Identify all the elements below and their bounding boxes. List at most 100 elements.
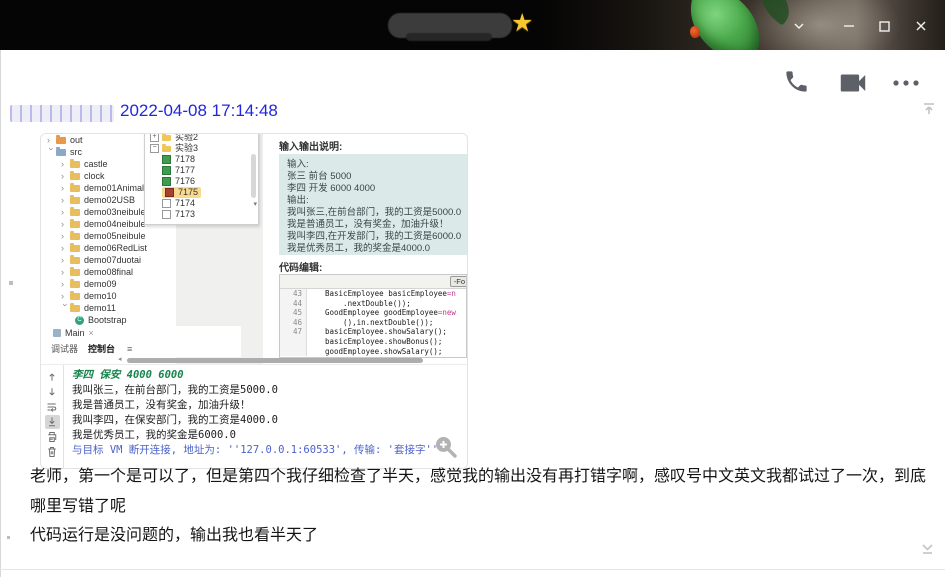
io-line: 输入: — [287, 159, 309, 170]
line-number: 45 — [292, 308, 302, 318]
folder-icon — [70, 266, 80, 276]
expand-plus-icon[interactable]: + — [150, 134, 159, 142]
judge-webpage-panel: 输入输出说明: 输入: 张三 前台 5000 李四 开发 6000 4000 输… — [263, 134, 467, 364]
minimize-button[interactable] — [836, 13, 862, 39]
popup-scrollbar[interactable] — [251, 154, 256, 198]
folder-icon — [70, 278, 80, 288]
tree-item-label: demo10 — [84, 291, 117, 301]
tree-item-label: demo07duotai — [84, 255, 142, 265]
problem-row[interactable]: 7173 — [145, 209, 258, 220]
scroll-to-end-icon[interactable] — [44, 415, 60, 429]
status-pass-icon — [162, 166, 171, 175]
folder-icon — [70, 158, 80, 168]
message-marker — [7, 536, 10, 539]
chevron-down-icon[interactable] — [786, 13, 812, 39]
horizontal-scrollbar[interactable] — [127, 358, 423, 363]
folder-icon — [70, 254, 80, 264]
line-number: 44 — [292, 298, 302, 308]
scroll-to-bottom-icon[interactable] — [919, 541, 936, 562]
tab-console[interactable]: 控制台 — [88, 342, 115, 355]
io-line: 李四 开发 6000 4000 — [287, 183, 376, 194]
status-empty-icon — [162, 210, 171, 219]
folder-icon — [56, 146, 66, 156]
chevron-right-icon: › — [61, 243, 64, 253]
popup-folder-row[interactable]: + 实验2 — [145, 133, 258, 143]
chevron-right-icon: › — [61, 231, 64, 241]
code-line: goodEmployee.showSalary(); — [325, 346, 443, 356]
jump-to-top-icon[interactable] — [921, 101, 936, 121]
tree-item-label: demo02USB — [84, 195, 136, 205]
close-button[interactable] — [908, 13, 934, 39]
soft-wrap-icon[interactable] — [45, 400, 60, 414]
problem-row[interactable]: 7176 — [145, 176, 258, 187]
io-line: 我是普通员工，没有奖金，加油升级！ — [287, 219, 449, 230]
input-area-divider — [0, 569, 945, 570]
line-number: 43 — [292, 289, 302, 298]
hamburger-menu-icon[interactable]: ≡ — [127, 344, 132, 354]
problem-row[interactable]: 7174 — [145, 198, 258, 209]
editor-tab-main[interactable]: Main — [65, 328, 85, 338]
tree-item-label: castle — [84, 159, 108, 169]
console-output-line: 我是优秀员工，我的奖金是6000.0 — [72, 429, 236, 441]
chat-message: 代码运行是没问题的，输出我也看半天了 — [30, 527, 319, 544]
collapse-minus-icon[interactable]: − — [150, 144, 159, 153]
problem-id: 7174 — [175, 198, 196, 208]
tree-item-label: demo09 — [84, 279, 117, 289]
code-editor-body: 43 44 45 46 47 BasicEmployee basicEmploy… — [280, 289, 466, 357]
scroll-left-arrow-icon[interactable]: ◂ — [118, 355, 122, 363]
folder-icon — [70, 290, 80, 300]
status-empty-icon — [162, 199, 171, 208]
tree-item-label: demo04neibule — [84, 219, 146, 229]
voice-call-icon[interactable] — [783, 68, 810, 95]
maximize-button[interactable] — [871, 13, 897, 39]
tab-close-icon[interactable]: × — [89, 328, 94, 338]
arrow-down-icon[interactable] — [45, 385, 60, 399]
sender-name-censored — [10, 105, 114, 122]
tree-item-label: out — [70, 135, 83, 145]
io-line: 我是优秀员工，我的奖金是4000.0 — [287, 243, 431, 254]
format-button[interactable]: -Fo — [449, 276, 466, 287]
video-call-icon[interactable] — [838, 72, 868, 94]
message-marker — [9, 281, 13, 285]
tree-item-label: demo01Animal — [84, 183, 145, 193]
io-line: 张三 前台 5000 — [287, 171, 352, 182]
problem-id: 7173 — [175, 209, 196, 219]
io-line: 我叫张三,在前台部门，我的工资是5000.0 — [287, 207, 462, 218]
arrow-up-icon[interactable] — [45, 370, 60, 384]
editor-tab-bar: Main × — [41, 326, 241, 340]
console-system-line: 与目标 VM 断开连接, 地址为: ''127.0.0.1:60533', 传输… — [72, 444, 439, 456]
zoom-in-magnifier-icon[interactable] — [433, 434, 459, 462]
code-line: basicEmployee.showSalary(); — [325, 327, 447, 337]
chat-message: 老师，第一个是可以了，但是第四个我仔细检查了半天，感觉我的输出没有再打错字啊，感… — [30, 468, 927, 515]
run-console: 李四 保安 4000 6000 我叫张三，在前台部门，我的工资是5000.0 我… — [41, 364, 467, 468]
folder-icon — [70, 170, 80, 180]
problem-row-selected[interactable]: 7175 — [145, 187, 258, 198]
console-input-line: 李四 保安 4000 6000 — [72, 369, 184, 381]
popup-folder-row[interactable]: − 实验3 — [145, 143, 258, 154]
problem-id: 7176 — [175, 176, 196, 186]
folder-icon — [70, 218, 80, 228]
status-pass-icon — [162, 177, 171, 186]
tree-item-label: Bootstrap — [88, 315, 127, 325]
folder-icon — [70, 302, 80, 312]
chevron-right-icon: › — [61, 279, 64, 289]
trash-icon[interactable] — [45, 445, 60, 459]
more-ellipsis-icon[interactable] — [891, 78, 921, 88]
contact-name-censored — [388, 13, 512, 41]
code-editor-toolbar: -Fo — [280, 275, 466, 289]
chat-window: ★ 2022-04-08 17:14:48 › out › src › cast… — [0, 0, 945, 577]
chevron-right-icon: › — [61, 219, 64, 229]
tree-item-label: clock — [84, 171, 105, 181]
tab-debugger[interactable]: 调试器 — [51, 342, 78, 355]
star-icon: ★ — [511, 9, 534, 37]
popup-label: 实验2 — [175, 133, 199, 142]
problem-row[interactable]: 7177 — [145, 165, 258, 176]
console-toolbar — [41, 365, 64, 468]
line-number-gutter: 43 44 45 46 47 — [280, 289, 307, 357]
print-icon[interactable] — [45, 430, 60, 444]
screenshot-image-message[interactable]: › out › src › castle › clock › demo01Animal ›… — [40, 133, 468, 469]
scroll-down-arrow-icon[interactable]: ▾ — [253, 200, 257, 208]
code-editor[interactable]: -Fo 43 44 45 46 47 BasicEmployee basicEm… — [279, 274, 467, 358]
problem-row[interactable]: 7178 — [145, 154, 258, 165]
title-bar[interactable]: ★ — [0, 0, 945, 50]
